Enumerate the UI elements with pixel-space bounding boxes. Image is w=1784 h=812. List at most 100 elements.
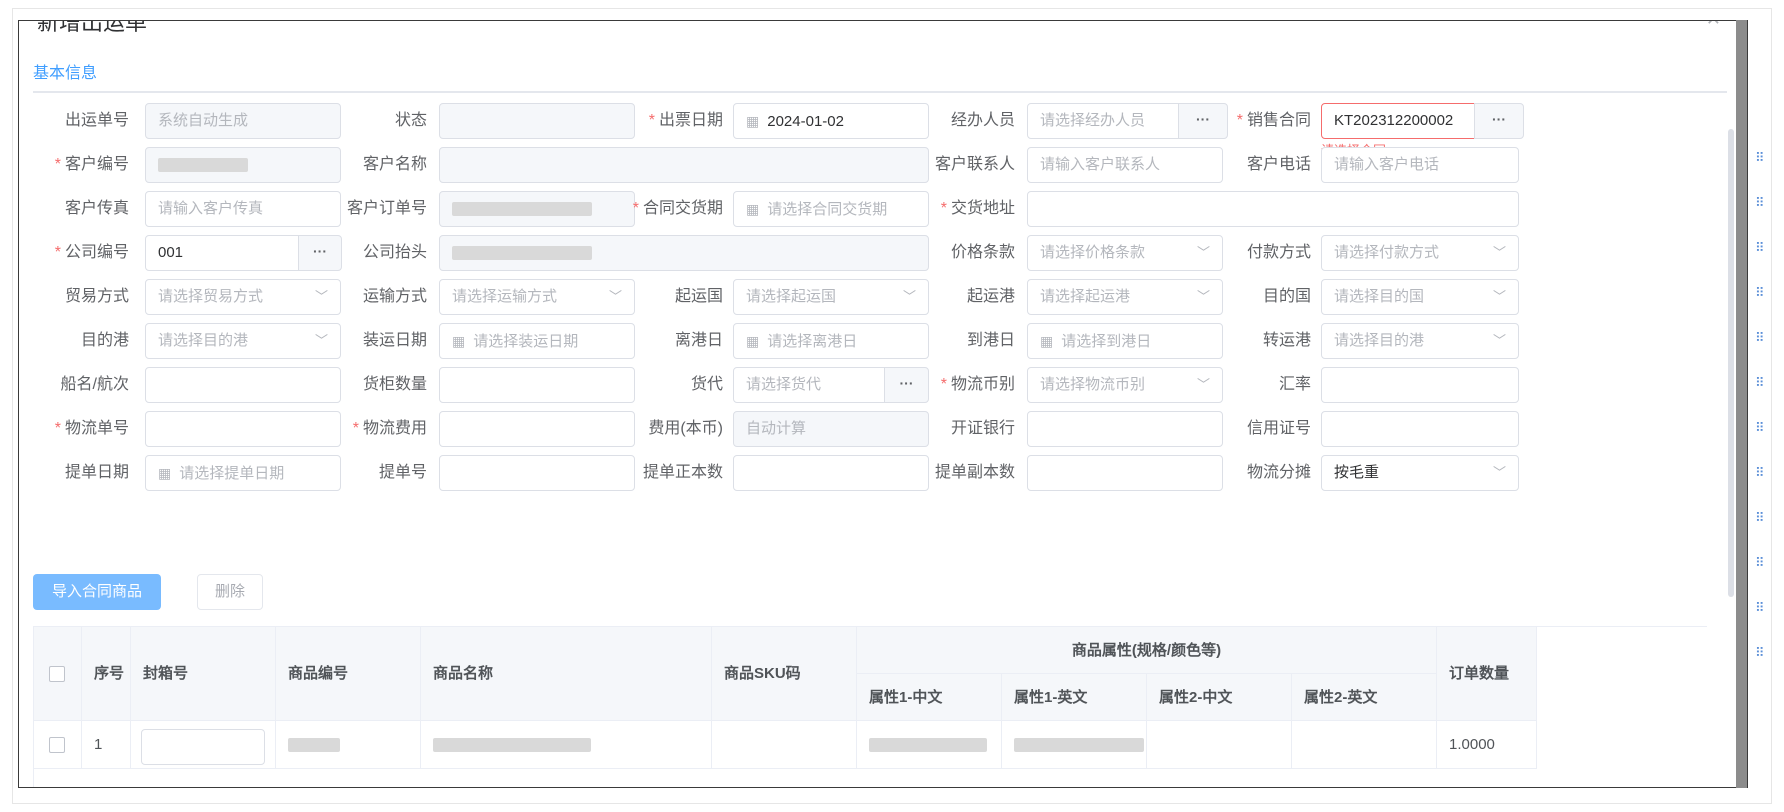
- arrival-date-picker[interactable]: ▦ 请选择到港日: [1027, 323, 1223, 359]
- label-delivery-address: * 交货地址: [940, 200, 1015, 217]
- label-logistics-split: 物流分摊: [1246, 464, 1311, 481]
- logistics-fee-input[interactable]: [439, 411, 635, 447]
- label-trade-method: 贸易方式: [64, 288, 129, 305]
- cell-box-no: [131, 721, 276, 769]
- sales-contract-input[interactable]: KT202312200002: [1321, 103, 1475, 139]
- tab-basic-info[interactable]: 基本信息: [33, 59, 97, 83]
- forwarder-input[interactable]: 请选择货代: [733, 367, 885, 403]
- customer-contact-input[interactable]: 请输入客户联系人: [1027, 147, 1223, 183]
- chevron-down-icon: ﹀: [1492, 289, 1506, 304]
- calendar-icon: ▦: [1040, 333, 1054, 349]
- shipment-no-field: 系统自动生成: [145, 103, 341, 139]
- label-payment-method: 付款方式: [1246, 244, 1311, 261]
- header-box-no: 封箱号: [131, 627, 276, 721]
- logistics-currency-select[interactable]: 请选择物流币别 ﹀: [1027, 367, 1223, 403]
- dialog: 新增出运单 ✕ 基本信息 出运单号 系统自动生成 状态 *出票日期 ▦2024-…: [18, 20, 1748, 788]
- delete-button[interactable]: 删除: [197, 574, 263, 610]
- label-logistics-fee: * 物流费用: [352, 420, 427, 437]
- cell-seq: 1: [82, 721, 131, 769]
- ticket-date-picker[interactable]: ▦ 2024-01-02: [733, 103, 929, 139]
- calendar-icon: ▦: [158, 465, 172, 481]
- label-transit-port: 转运港: [1262, 332, 1311, 349]
- label-customer-code: * 客户编号: [54, 156, 129, 173]
- label-arrival-date: 到港日: [966, 332, 1015, 349]
- label-sales-contract: * 销售合同: [1236, 112, 1311, 129]
- label-issuing-bank: 开证银行: [950, 420, 1015, 437]
- dialog-title: 新增出运单: [37, 20, 148, 35]
- price-terms-select[interactable]: 请选择价格条款 ﹀: [1027, 235, 1223, 271]
- close-icon[interactable]: ✕: [1706, 21, 1721, 30]
- loading-date-picker[interactable]: ▦ 请选择装运日期: [439, 323, 635, 359]
- label-fee-local: 费用(本币): [648, 420, 723, 437]
- departure-date-picker[interactable]: ▦ 请选择离港日: [733, 323, 929, 359]
- form-scrollbar[interactable]: [1728, 129, 1734, 597]
- transport-method-select[interactable]: 请选择运输方式 ﹀: [439, 279, 635, 315]
- label-customer-phone: 客户电话: [1246, 156, 1311, 173]
- header-attrs-group: 商品属性(规格/颜色等): [857, 627, 1437, 674]
- bl-no-input[interactable]: [439, 455, 635, 491]
- label-company-header: 公司抬头: [362, 244, 427, 261]
- bl-date-picker[interactable]: ▦ 请选择提单日期: [145, 455, 341, 491]
- label-lc-no: 信用证号: [1246, 420, 1311, 437]
- container-qty-input[interactable]: [439, 367, 635, 403]
- row-select-cell: [34, 721, 82, 769]
- header-attr1-cn: 属性1-中文: [857, 674, 1002, 721]
- sales-contract-select-button[interactable]: ···: [1474, 103, 1524, 139]
- exchange-rate-input[interactable]: [1321, 367, 1519, 403]
- delivery-address-input[interactable]: [1027, 191, 1519, 227]
- header-sku: 商品SKU码: [712, 627, 857, 721]
- label-bl-date: 提单日期: [64, 464, 129, 481]
- label-exchange-rate: 汇率: [1278, 376, 1311, 393]
- label-status: 状态: [394, 112, 427, 129]
- issuing-bank-input[interactable]: [1027, 411, 1223, 447]
- company-code-input[interactable]: 001: [145, 235, 299, 271]
- label-origin-port: 起运港: [966, 288, 1015, 305]
- header-attr2-en: 属性2-英文: [1292, 674, 1437, 721]
- label-bl-originals: 提单正本数: [642, 464, 723, 481]
- import-contract-products-button[interactable]: 导入合同商品: [33, 574, 161, 610]
- dest-port-select[interactable]: 请选择目的港 ﹀: [145, 323, 341, 359]
- trade-method-select[interactable]: 请选择贸易方式 ﹀: [145, 279, 341, 315]
- right-scrollbar[interactable]: [1736, 20, 1747, 788]
- select-all-checkbox[interactable]: [49, 666, 65, 683]
- box-no-input[interactable]: [141, 729, 265, 765]
- header-attr1-en: 属性1-英文: [1002, 674, 1147, 721]
- header-attr2-cn: 属性2-中文: [1147, 674, 1292, 721]
- label-customer-name: 客户名称: [362, 156, 427, 173]
- cell-attr1-cn: [857, 721, 1002, 769]
- transit-port-select[interactable]: 请选择目的港 ﹀: [1321, 323, 1519, 359]
- label-loading-date: 装运日期: [362, 332, 427, 349]
- chevron-down-icon: ﹀: [1492, 465, 1506, 480]
- label-shipment-no: 出运单号: [64, 112, 129, 129]
- row-checkbox[interactable]: [49, 737, 65, 754]
- cell-product-name: [421, 721, 712, 769]
- lc-no-input[interactable]: [1321, 411, 1519, 447]
- calendar-icon: ▦: [746, 113, 760, 129]
- label-origin-country: 起运国: [674, 288, 723, 305]
- select-all-header: [34, 627, 82, 721]
- customer-code-field: [145, 147, 341, 183]
- cell-sku: [712, 721, 857, 769]
- label-departure-date: 离港日: [674, 332, 723, 349]
- logistics-no-input[interactable]: [145, 411, 341, 447]
- origin-country-select[interactable]: 请选择起运国 ﹀: [733, 279, 929, 315]
- label-customer-fax: 客户传真: [64, 200, 129, 217]
- customer-fax-input[interactable]: 请输入客户传真: [145, 191, 341, 227]
- handler-input[interactable]: 请选择经办人员: [1027, 103, 1179, 139]
- payment-method-select[interactable]: 请选择付款方式 ﹀: [1321, 235, 1519, 271]
- bl-copies-input[interactable]: [1027, 455, 1223, 491]
- cell-product-code: [276, 721, 421, 769]
- logistics-split-select[interactable]: 按毛重 ﹀: [1321, 455, 1519, 491]
- vessel-input[interactable]: [145, 367, 341, 403]
- background-edge-marks: ⠿ ⠿ ⠿ ⠿ ⠿ ⠿ ⠿ ⠿ ⠿ ⠿ ⠿ ⠿: [1755, 150, 1765, 660]
- bl-originals-input[interactable]: [733, 455, 929, 491]
- label-customer-order-no: 客户订单号: [346, 200, 427, 217]
- calendar-icon: ▦: [746, 201, 760, 217]
- label-contract-delivery: * 合同交货期: [632, 200, 723, 217]
- origin-port-select[interactable]: 请选择起运港 ﹀: [1027, 279, 1223, 315]
- label-logistics-no: * 物流单号: [54, 420, 129, 437]
- customer-phone-input[interactable]: 请输入客户电话: [1321, 147, 1519, 183]
- dest-country-select[interactable]: 请选择目的国 ﹀: [1321, 279, 1519, 315]
- label-company-code: * 公司编号: [54, 244, 129, 261]
- contract-delivery-picker[interactable]: ▦ 请选择合同交货期: [733, 191, 929, 227]
